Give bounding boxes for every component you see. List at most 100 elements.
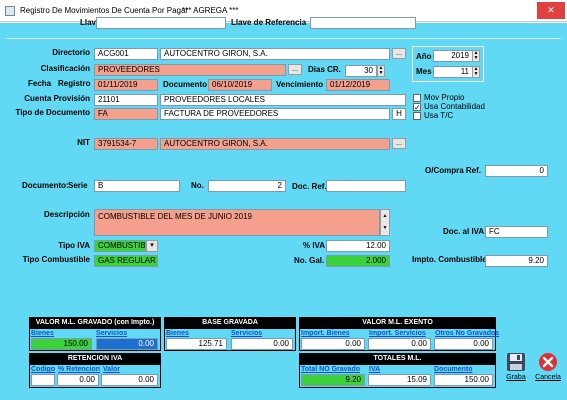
clasificacion-lookup-button[interactable]: ... (288, 64, 302, 75)
mov-propio-label: Mov Propio (424, 93, 465, 102)
bienes-label: Bienes (31, 330, 54, 337)
anio-input[interactable]: 2019 (433, 50, 473, 62)
otros-input[interactable]: 0.00 (434, 338, 493, 350)
vm-gravado-header: VALOR M.L. GRAVADO (con Impto.) (29, 317, 161, 329)
save-icon (507, 353, 525, 371)
mov-propio-checkbox[interactable] (413, 94, 421, 102)
directorio-code-input[interactable]: ACG001 (94, 48, 158, 60)
base-servicios-label: Servicios (231, 330, 263, 337)
mes-input[interactable]: 11 (433, 66, 473, 78)
pct-retencion-label: % Retencion (58, 366, 101, 373)
pct-retencion-input[interactable]: 0.00 (57, 374, 99, 386)
valor-retencion-input[interactable]: 0.00 (101, 374, 158, 386)
nit-name-input[interactable]: AUTOCENTRO GIRON, S.A. (160, 138, 390, 150)
documento-total-input[interactable]: 150.00 (434, 374, 493, 386)
directorio-label: Directorio (52, 48, 90, 57)
codigo-input[interactable] (31, 374, 55, 386)
window-title: Registro De Movimientos De Cuenta Por Pa… (20, 6, 189, 15)
chevron-down-icon: ▾ (150, 242, 154, 249)
pct-iva-input[interactable]: 12.00 (326, 240, 390, 252)
separator (6, 38, 561, 39)
tipo-comb-label: Tipo Combustible (22, 255, 90, 264)
dias-cr-spinner[interactable]: ▲ ▼ (377, 65, 385, 77)
doc-iva-label: Doc. al IVA (443, 227, 485, 236)
import-servicios-label: Import. Servicios (369, 330, 426, 337)
doc-ref-input[interactable] (326, 180, 406, 192)
tipo-doc-name-input[interactable]: FACTURA DE PROVEEDORES (160, 108, 390, 120)
documento-date-input[interactable]: 06/10/2019 (208, 79, 272, 91)
serie-label: Serie (68, 181, 88, 190)
close-button[interactable]: ✕ (537, 2, 565, 19)
cancelar-button[interactable]: Cancela (533, 352, 563, 388)
otros-label: Otros No Gravados (435, 330, 500, 337)
iva-label: IVA (369, 366, 381, 373)
doc-iva-input[interactable]: FC (485, 226, 548, 238)
app-icon (5, 6, 15, 16)
cuenta-label: Cuenta Provisión (24, 94, 90, 103)
vencimiento-date-input[interactable]: 01/12/2019 (326, 79, 390, 91)
tipo-iva-dropdown-button[interactable]: ▾ (146, 240, 158, 252)
servicios-gravado-input[interactable]: 0.00 (96, 338, 158, 350)
totales-header: TOTALES M.L. (299, 353, 496, 365)
import-bienes-input[interactable]: 0.00 (301, 338, 365, 350)
mes-label: Mes (416, 67, 432, 76)
cancel-icon (539, 353, 557, 371)
usa-contabilidad-checkbox[interactable]: ✓ (413, 103, 421, 112)
directorio-lookup-button[interactable]: ... (392, 48, 406, 59)
clasificacion-input[interactable]: PROVEEDORES (94, 64, 286, 76)
tipo-doc-code-input[interactable]: FA (94, 108, 158, 120)
base-bienes-label: Bienes (166, 330, 189, 337)
servicios-label: Servicios (96, 330, 128, 337)
llave-input[interactable] (96, 17, 226, 29)
tipo-doc-flag-input[interactable]: H (392, 108, 406, 120)
directorio-name-input[interactable]: AUTOCENTRO GIRON, S.A. (160, 48, 390, 60)
import-bienes-label: Import. Bienes (301, 330, 350, 337)
ocompra-input[interactable]: 0 (485, 165, 548, 177)
base-servicios-input[interactable]: 0.00 (231, 338, 293, 350)
tipo-comb-input[interactable]: GAS REGULAR (94, 255, 158, 267)
usa-tc-label: Usa T/C (424, 111, 454, 120)
nit-input[interactable]: 3791534-7 (94, 138, 158, 150)
descripcion-label: Descripción (44, 210, 90, 219)
pct-iva-label: % IVA (303, 241, 326, 250)
cancelar-label: Cancela (535, 374, 561, 381)
total-no-grav-input[interactable]: 9.20 (301, 374, 365, 386)
nit-lookup-button[interactable]: ... (392, 138, 406, 149)
fecha-label: Fecha (28, 79, 52, 88)
bienes-gravado-input[interactable]: 150.00 (31, 338, 92, 350)
impto-comb-label: Impto. Combustible (412, 255, 487, 264)
exento-header: VALOR M.L. EXENTO (299, 317, 496, 329)
grabar-label: Graba (506, 374, 526, 381)
no-gal-label: No. Gal. (294, 256, 325, 265)
impto-comb-input[interactable]: 9.20 (485, 255, 548, 267)
documento-label: Documento: (22, 181, 69, 190)
window-mode: *** AGREGA *** (182, 6, 239, 15)
nit-label: NIT (77, 138, 90, 147)
cuenta-code-input[interactable]: 21101 (94, 94, 158, 106)
serie-input[interactable]: B (94, 180, 180, 192)
llave-ref-label: Llave de Referencia (231, 18, 307, 27)
descripcion-textarea[interactable]: COMBUSTIBLE DEL MES DE JUNIO 2019 (94, 209, 380, 236)
usa-tc-checkbox[interactable] (413, 112, 421, 120)
base-bienes-input[interactable]: 125.71 (166, 338, 227, 350)
tipo-iva-select[interactable]: COMBUSTIBL (94, 240, 146, 252)
tipo-doc-label: Tipo de Documento (15, 108, 90, 117)
ocompra-label: O/Compra Ref. (425, 166, 482, 175)
registro-label: Registro (58, 79, 91, 88)
retencion-header: RETENCION IVA (29, 353, 161, 365)
mes-spinner[interactable]: ▲ ▼ (472, 66, 480, 78)
usa-contabilidad-label: Usa Contabilidad (424, 102, 485, 111)
iva-total-input[interactable]: 15.09 (368, 374, 431, 386)
grabar-button[interactable]: Graba (503, 352, 529, 388)
registro-date-input[interactable]: 01/11/2019 (94, 79, 158, 91)
no-input[interactable]: 2 (208, 180, 286, 192)
descripcion-scrollbar[interactable]: ▲ ▼ (380, 209, 390, 236)
import-servicios-input[interactable]: 0.00 (368, 338, 431, 350)
documento-date-label: Documento (163, 80, 207, 89)
no-gal-input[interactable]: 2.000 (326, 255, 390, 267)
llave-ref-input[interactable] (310, 17, 416, 29)
dias-cr-input[interactable]: 30 (345, 65, 377, 77)
anio-spinner[interactable]: ▲ ▼ (472, 50, 480, 62)
anio-label: Año (416, 52, 432, 61)
cuenta-name-input[interactable]: PROVEEDORES LOCALES (160, 94, 406, 106)
